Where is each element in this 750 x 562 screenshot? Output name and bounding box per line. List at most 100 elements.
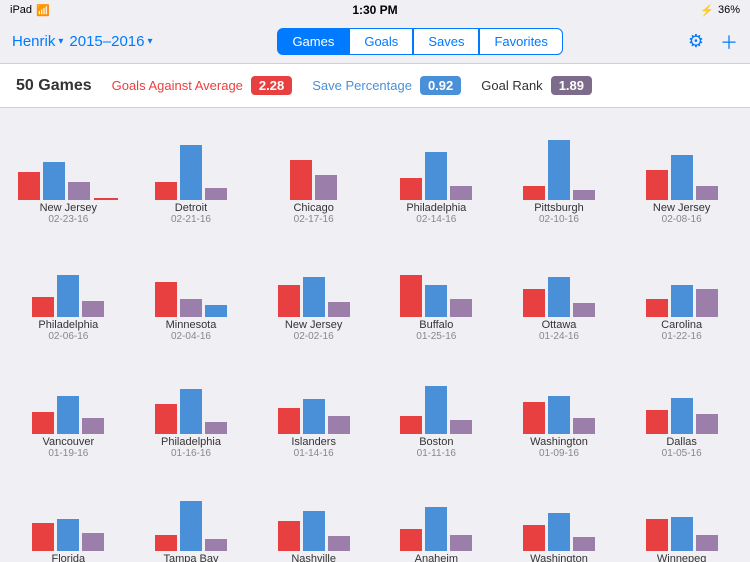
game-card[interactable]: New Jersey02-02-16: [253, 233, 374, 346]
year-chevron-icon: ▾: [147, 36, 152, 47]
game-chart: [509, 354, 609, 434]
tab-goals[interactable]: Goals: [349, 28, 413, 55]
bar-blue: [548, 396, 570, 434]
goal-rank-label: Goal Rank: [481, 78, 542, 93]
game-card[interactable]: Carolina01-22-16: [621, 233, 742, 346]
tab-favorites[interactable]: Favorites: [479, 28, 562, 55]
bar-purple: [328, 416, 350, 434]
game-card[interactable]: Philadelphia02-06-16: [8, 233, 129, 346]
user-selector[interactable]: Henrik ▾: [12, 33, 63, 50]
year-label: 2015–2016: [69, 33, 144, 50]
game-date: 02-04-16: [171, 331, 211, 342]
bar-red: [400, 275, 422, 317]
game-chart: [632, 237, 732, 317]
game-card[interactable]: Nashville12-28-16: [253, 467, 374, 562]
bar-red: [278, 521, 300, 551]
bar-red: [646, 410, 668, 434]
chart-underline: [94, 198, 118, 200]
bar-purple: [68, 182, 90, 200]
game-name: Philadelphia: [38, 319, 98, 331]
settings-icon[interactable]: ⚙: [688, 31, 704, 52]
game-date: 02-23-16: [48, 214, 88, 225]
bar-red: [155, 404, 177, 434]
bar-blue: [180, 501, 202, 551]
game-card[interactable]: Tampa Bay12-30-16: [131, 467, 252, 562]
bar-blue: [425, 285, 447, 317]
game-card[interactable]: New Jersey02-08-16: [621, 116, 742, 229]
game-card[interactable]: Florida01-02-16: [8, 467, 129, 562]
game-card[interactable]: Winnepeg12-18-15: [621, 467, 742, 562]
bar-blue: [303, 511, 325, 551]
bar-blue: [303, 399, 325, 434]
user-label: Henrik: [12, 33, 55, 50]
ipad-label: iPad: [10, 4, 32, 16]
bar-red: [523, 289, 545, 317]
battery-level: 36%: [718, 4, 740, 16]
game-card[interactable]: Washington12-20-15: [499, 467, 620, 562]
bar-red: [155, 282, 177, 317]
game-card[interactable]: Anaheim12-22-15: [376, 467, 497, 562]
bar-red: [155, 535, 177, 551]
game-card[interactable]: Pittsburgh02-10-16: [499, 116, 620, 229]
game-date: 01-24-16: [539, 331, 579, 342]
tab-games[interactable]: Games: [277, 28, 349, 55]
game-chart: [386, 237, 486, 317]
game-name: Nashville: [291, 553, 336, 562]
gaa-value: 2.28: [251, 76, 292, 95]
bar-purple: [573, 190, 595, 200]
game-name: Tampa Bay: [163, 553, 218, 562]
game-date: 01-22-16: [662, 331, 702, 342]
game-name: Chicago: [293, 202, 333, 214]
save-pct-stat: Save Percentage 0.92: [312, 76, 461, 95]
bar-blue: [425, 152, 447, 200]
save-pct-label: Save Percentage: [312, 78, 412, 93]
bar-red: [400, 416, 422, 434]
bar-blue: [671, 285, 693, 317]
bar-purple: [205, 422, 227, 434]
game-card[interactable]: Washington01-09-16: [499, 350, 620, 463]
bar-red: [32, 412, 54, 434]
game-card[interactable]: Boston01-11-16: [376, 350, 497, 463]
game-card[interactable]: Islanders01-14-16: [253, 350, 374, 463]
game-card[interactable]: Chicago02-17-16: [253, 116, 374, 229]
game-chart: [141, 237, 241, 317]
game-card[interactable]: Philadelphia02-14-16: [376, 116, 497, 229]
game-name: Ottawa: [542, 319, 577, 331]
game-card[interactable]: Minnesota02-04-16: [131, 233, 252, 346]
status-bar: iPad 📶 1:30 PM ⚡ 36%: [0, 0, 750, 20]
game-card[interactable]: Dallas01-05-16: [621, 350, 742, 463]
bar-red: [523, 525, 545, 551]
goal-rank-value: 1.89: [551, 76, 592, 95]
game-chart: [141, 354, 241, 434]
goal-rank-stat: Goal Rank 1.89: [481, 76, 592, 95]
tab-bar: Games Goals Saves Favorites: [277, 28, 562, 55]
game-card[interactable]: Ottawa01-24-16: [499, 233, 620, 346]
game-name: Islanders: [291, 436, 336, 448]
bar-red: [18, 172, 40, 200]
year-selector[interactable]: 2015–2016 ▾: [69, 33, 152, 50]
game-card[interactable]: Detroit02-21-16: [131, 116, 252, 229]
game-card[interactable]: Buffalo01-25-16: [376, 233, 497, 346]
game-card[interactable]: New Jersey02-23-16: [8, 116, 129, 229]
bar-red: [155, 182, 177, 200]
bar-blue: [548, 277, 570, 317]
user-chevron-icon: ▾: [58, 36, 63, 47]
bar-red: [646, 519, 668, 551]
save-pct-value: 0.92: [420, 76, 461, 95]
game-name: New Jersey: [40, 202, 97, 214]
tab-saves[interactable]: Saves: [413, 28, 479, 55]
game-name: Florida: [52, 553, 86, 562]
bar-purple: [450, 535, 472, 551]
bar-purple: [696, 186, 718, 200]
game-date: 02-02-16: [294, 331, 334, 342]
add-icon[interactable]: ＋: [720, 29, 738, 55]
game-card[interactable]: Vancouver01-19-16: [8, 350, 129, 463]
bar-purple: [82, 418, 104, 434]
bar-blue: [57, 396, 79, 434]
bar-blue: [548, 140, 570, 200]
game-name: Philadelphia: [406, 202, 466, 214]
game-card[interactable]: Philadelphia01-16-16: [131, 350, 252, 463]
bar-red: [646, 170, 668, 200]
bar-blue: [671, 398, 693, 434]
bar-red: [523, 186, 545, 200]
